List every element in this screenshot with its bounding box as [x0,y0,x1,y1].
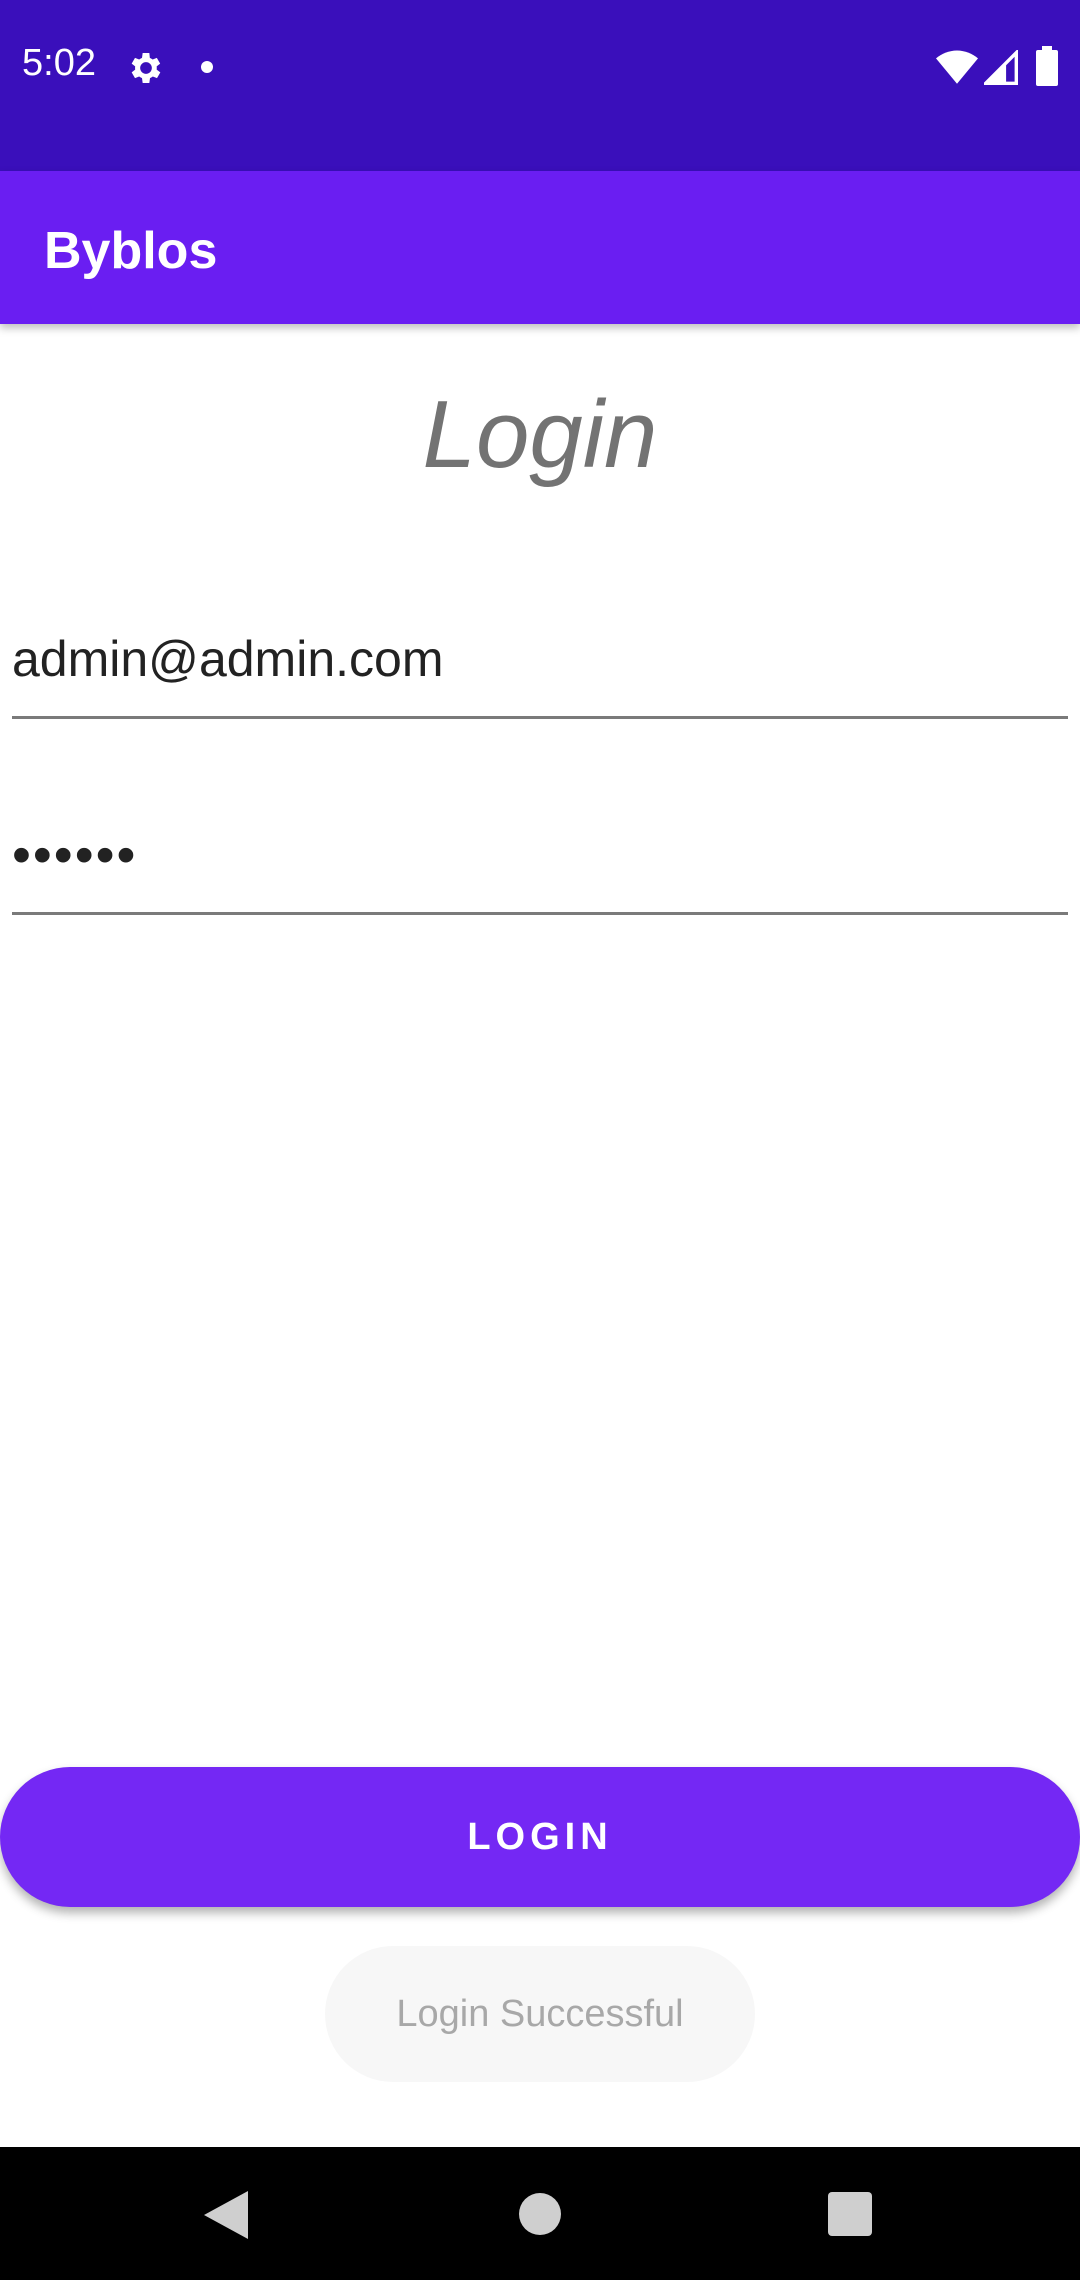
login-heading: Login [422,381,658,488]
status-time: 5:02 [22,42,96,84]
battery-icon [1036,46,1058,86]
gear-icon [131,53,161,83]
recents-icon[interactable] [828,2192,872,2236]
notification-dot-icon [201,61,213,73]
signal-icon [984,50,1018,85]
status-bar: 5:02 [0,0,1080,171]
password-value: •••••• [12,825,138,885]
app-bar: Byblos [0,171,1080,324]
password-field[interactable]: •••••• [12,822,1068,915]
back-icon[interactable] [204,2191,248,2239]
email-value: admin@admin.com [12,631,444,687]
email-field[interactable]: admin@admin.com [12,626,1068,719]
app-title: Byblos [44,222,218,280]
home-icon[interactable] [519,2193,561,2235]
toast-message: Login Successful [325,1946,755,2082]
navigation-bar [0,2147,1080,2280]
login-button[interactable]: LOGIN [0,1767,1080,1907]
wifi-icon [936,50,978,84]
